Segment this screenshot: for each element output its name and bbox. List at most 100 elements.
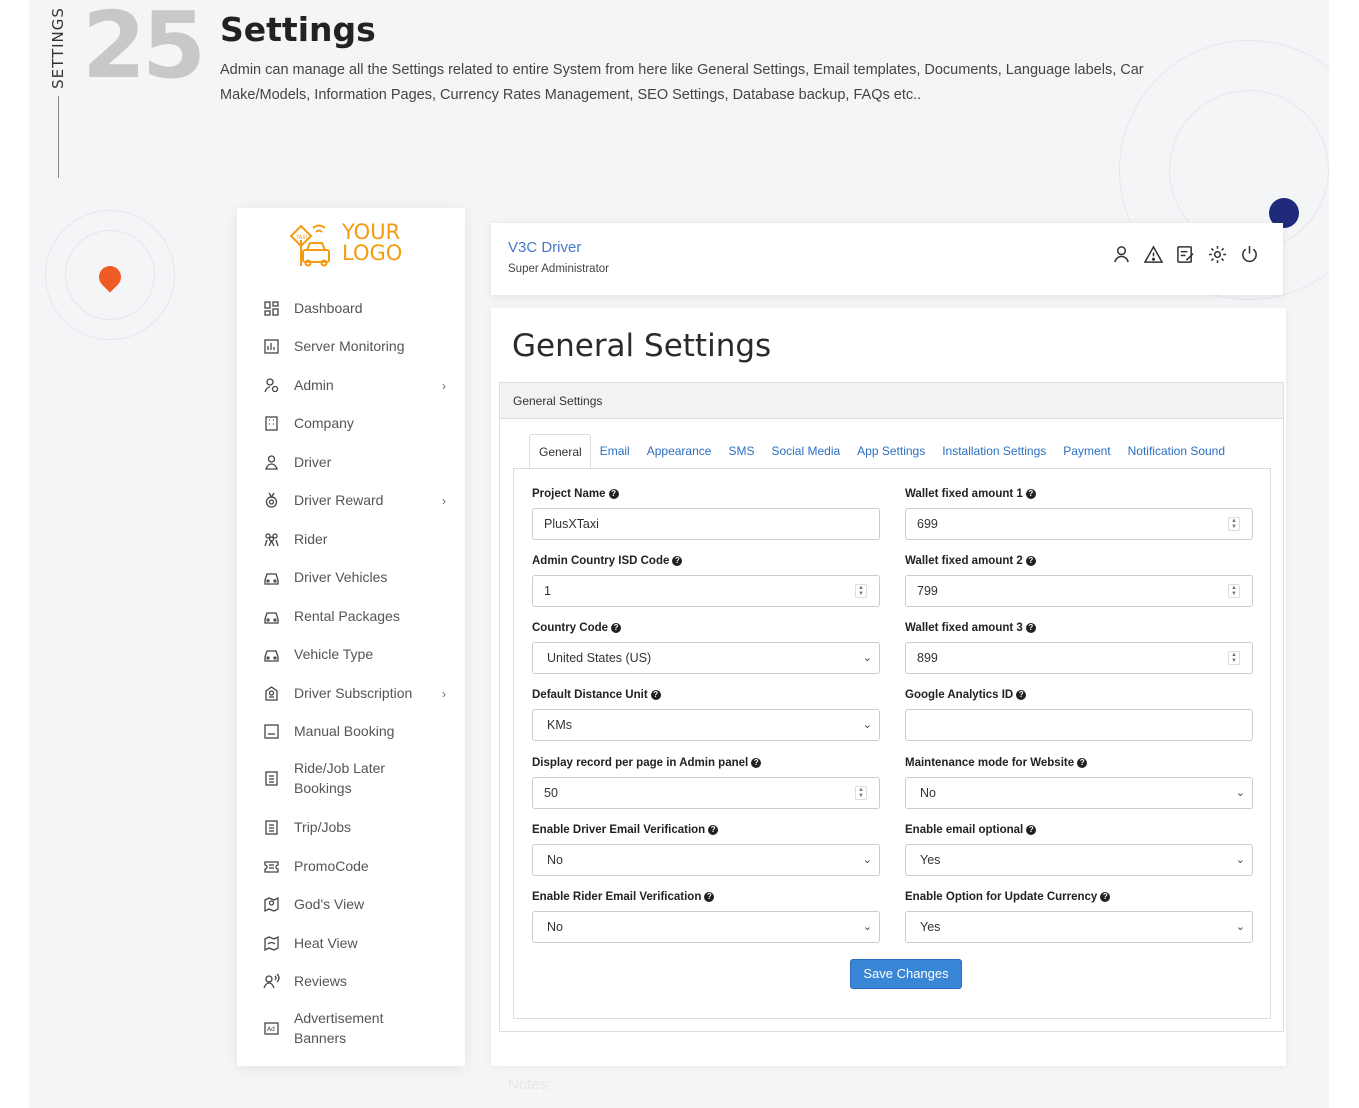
tab-sms[interactable]: SMS [719, 434, 762, 468]
field-wallet-fixed-amount-1: Wallet fixed amount 1? 699 ▲ ▼ [905, 486, 1253, 542]
sidebar-item-label: PromoCode [294, 858, 369, 874]
sidebar-item-advertisement-banners[interactable]: Ad Advertisement Banners [237, 1008, 465, 1048]
sidebar-item-label: Driver Vehicles [294, 569, 388, 585]
page-title: General Settings [512, 328, 772, 364]
enable-rider-email-verification-select[interactable]: No ⌄ [532, 911, 880, 943]
tab-email[interactable]: Email [591, 434, 638, 468]
tab-payment[interactable]: Payment [1054, 434, 1118, 468]
field-value: No [920, 786, 936, 800]
enable-email-optional-select[interactable]: Yes ⌄ [905, 844, 1253, 876]
sidebar-item-driver-reward[interactable]: Driver Reward › [237, 490, 465, 510]
field-label-text: Enable email optional [905, 824, 1024, 836]
field-project-name: Project Name? PlusXTaxi [532, 486, 880, 542]
settings-card: General Settings General Email Appearance S… [499, 382, 1284, 1032]
help-icon[interactable]: ? [611, 623, 622, 633]
sidebar-item-label: Driver [294, 454, 332, 470]
help-icon[interactable]: ? [708, 825, 719, 835]
edit-icon[interactable] [1176, 245, 1195, 264]
sidebar-item-reviews[interactable]: Reviews [237, 971, 465, 991]
sidebar-item-heat-view[interactable]: Heat View [237, 933, 465, 953]
help-icon[interactable]: ? [650, 690, 661, 700]
sidebar-item-label: Manual Booking [294, 723, 395, 739]
user-icon[interactable] [1112, 245, 1131, 264]
tab-general[interactable]: General [529, 434, 591, 468]
sidebar-item-ride-job-later-bookings[interactable]: Ride/Job Later Bookings [237, 758, 465, 798]
sidebar-item-promocode[interactable]: PromoCode [237, 856, 465, 876]
field-value: 1 [544, 584, 551, 598]
sidebar-item-manual-booking[interactable]: Manual Booking [237, 721, 465, 741]
ticket-icon [263, 858, 280, 875]
chevron-down-icon: ⌄ [1235, 854, 1245, 866]
sidebar-item-driver-subscription[interactable]: Driver Subscription › [237, 683, 465, 703]
sidebar-item-vehicle-type[interactable]: Vehicle Type [237, 644, 465, 664]
sidebar-item-server-monitoring[interactable]: Server Monitoring [237, 336, 465, 356]
help-icon[interactable]: ? [704, 892, 715, 902]
field-label-text: Maintenance mode for Website [905, 757, 1075, 769]
enable-option-for-update-currency-select[interactable]: Yes ⌄ [905, 911, 1253, 943]
country-code-select[interactable]: United States (US) ⌄ [532, 642, 880, 674]
warning-icon[interactable] [1143, 245, 1164, 264]
app-name[interactable]: V3C Driver [508, 239, 581, 256]
car-icon [263, 646, 280, 663]
enable-driver-email-verification-select[interactable]: No ⌄ [532, 844, 880, 876]
spinner-icon[interactable]: ▲ ▼ [1228, 651, 1240, 665]
card-header: General Settings [500, 383, 1283, 419]
tab-notification-sound[interactable]: Notification Sound [1119, 434, 1233, 468]
field-value: 799 [917, 584, 938, 598]
save-changes-button[interactable]: Save Changes [850, 959, 962, 989]
logo[interactable]: TAXI YOUR LOGO [289, 220, 419, 270]
sidebar-item-admin[interactable]: Admin › [237, 375, 465, 395]
chevron-down-icon: ⌄ [862, 719, 872, 731]
car-icon [263, 608, 280, 625]
spinner-icon[interactable]: ▲ ▼ [1228, 517, 1240, 531]
sidebar-item-driver[interactable]: Driver [237, 452, 465, 472]
sidebar-item-god-s-view[interactable]: God's View [237, 894, 465, 914]
help-icon[interactable]: ? [1025, 489, 1036, 499]
project-name-input[interactable]: PlusXTaxi [532, 508, 880, 540]
admin-country-isd-code-input[interactable]: 1 ▲ ▼ [532, 575, 880, 607]
field-label: Project Name? [532, 486, 880, 502]
spinner-icon[interactable]: ▲ ▼ [1228, 584, 1240, 598]
field-label: Maintenance mode for Website? [905, 755, 1253, 771]
help-icon[interactable]: ? [1026, 825, 1037, 835]
help-icon[interactable]: ? [1025, 556, 1036, 566]
help-icon[interactable]: ? [1016, 690, 1027, 700]
sidebar-item-driver-vehicles[interactable]: Driver Vehicles [237, 567, 465, 587]
tab-appearance[interactable]: Appearance [638, 434, 720, 468]
sidebar-item-trip-jobs[interactable]: Trip/Jobs [237, 817, 465, 837]
help-icon[interactable]: ? [1077, 758, 1088, 768]
help-icon[interactable]: ? [751, 758, 762, 768]
maintenance-mode-for-website-select[interactable]: No ⌄ [905, 777, 1253, 809]
spinner-icon[interactable]: ▲ ▼ [855, 786, 867, 800]
gear-icon[interactable] [1208, 245, 1227, 264]
default-distance-unit-select[interactable]: KMs ⌄ [532, 709, 880, 741]
sidebar-item-label: Heat View [294, 935, 358, 951]
help-icon[interactable]: ? [1025, 623, 1036, 633]
wallet-fixed-amount-2-input[interactable]: 799 ▲ ▼ [905, 575, 1253, 607]
wallet-fixed-amount-1-input[interactable]: 699 ▲ ▼ [905, 508, 1253, 540]
header-actions [1112, 245, 1259, 264]
tab-social-media[interactable]: Social Media [762, 434, 848, 468]
sidebar-item-label: Server Monitoring [294, 338, 405, 354]
sidebar-item-company[interactable]: Company [237, 413, 465, 433]
sidebar-item-rental-packages[interactable]: Rental Packages [237, 606, 465, 626]
tab-app-settings[interactable]: App Settings [848, 434, 933, 468]
sidebar-item-label: Company [294, 415, 354, 431]
sidebar-item-dashboard[interactable]: Dashboard [237, 298, 465, 318]
tab-installation-settings[interactable]: Installation Settings [933, 434, 1054, 468]
google-analytics-id-input[interactable] [905, 709, 1253, 741]
field-label-text: Wallet fixed amount 1 [905, 488, 1023, 500]
general-tab-panel: Save Changes Project Name? PlusXTaxi Admin… [513, 468, 1271, 1019]
help-icon[interactable]: ? [672, 556, 683, 566]
display-record-per-page-in-admin-panel-input[interactable]: 50 ▲ ▼ [532, 777, 880, 809]
sidebar-item-label: Reviews [294, 973, 347, 989]
field-value: United States (US) [547, 651, 652, 665]
sidebar-item-rider[interactable]: Rider [237, 529, 465, 549]
help-icon[interactable]: ? [608, 489, 619, 499]
field-default-distance-unit: Default Distance Unit? KMs ⌄ [532, 687, 880, 743]
help-icon[interactable]: ? [1100, 892, 1111, 902]
main-panel: General Settings General Settings Genera… [491, 308, 1286, 1066]
spinner-icon[interactable]: ▲ ▼ [855, 584, 867, 598]
wallet-fixed-amount-3-input[interactable]: 899 ▲ ▼ [905, 642, 1253, 674]
power-icon[interactable] [1240, 245, 1259, 264]
